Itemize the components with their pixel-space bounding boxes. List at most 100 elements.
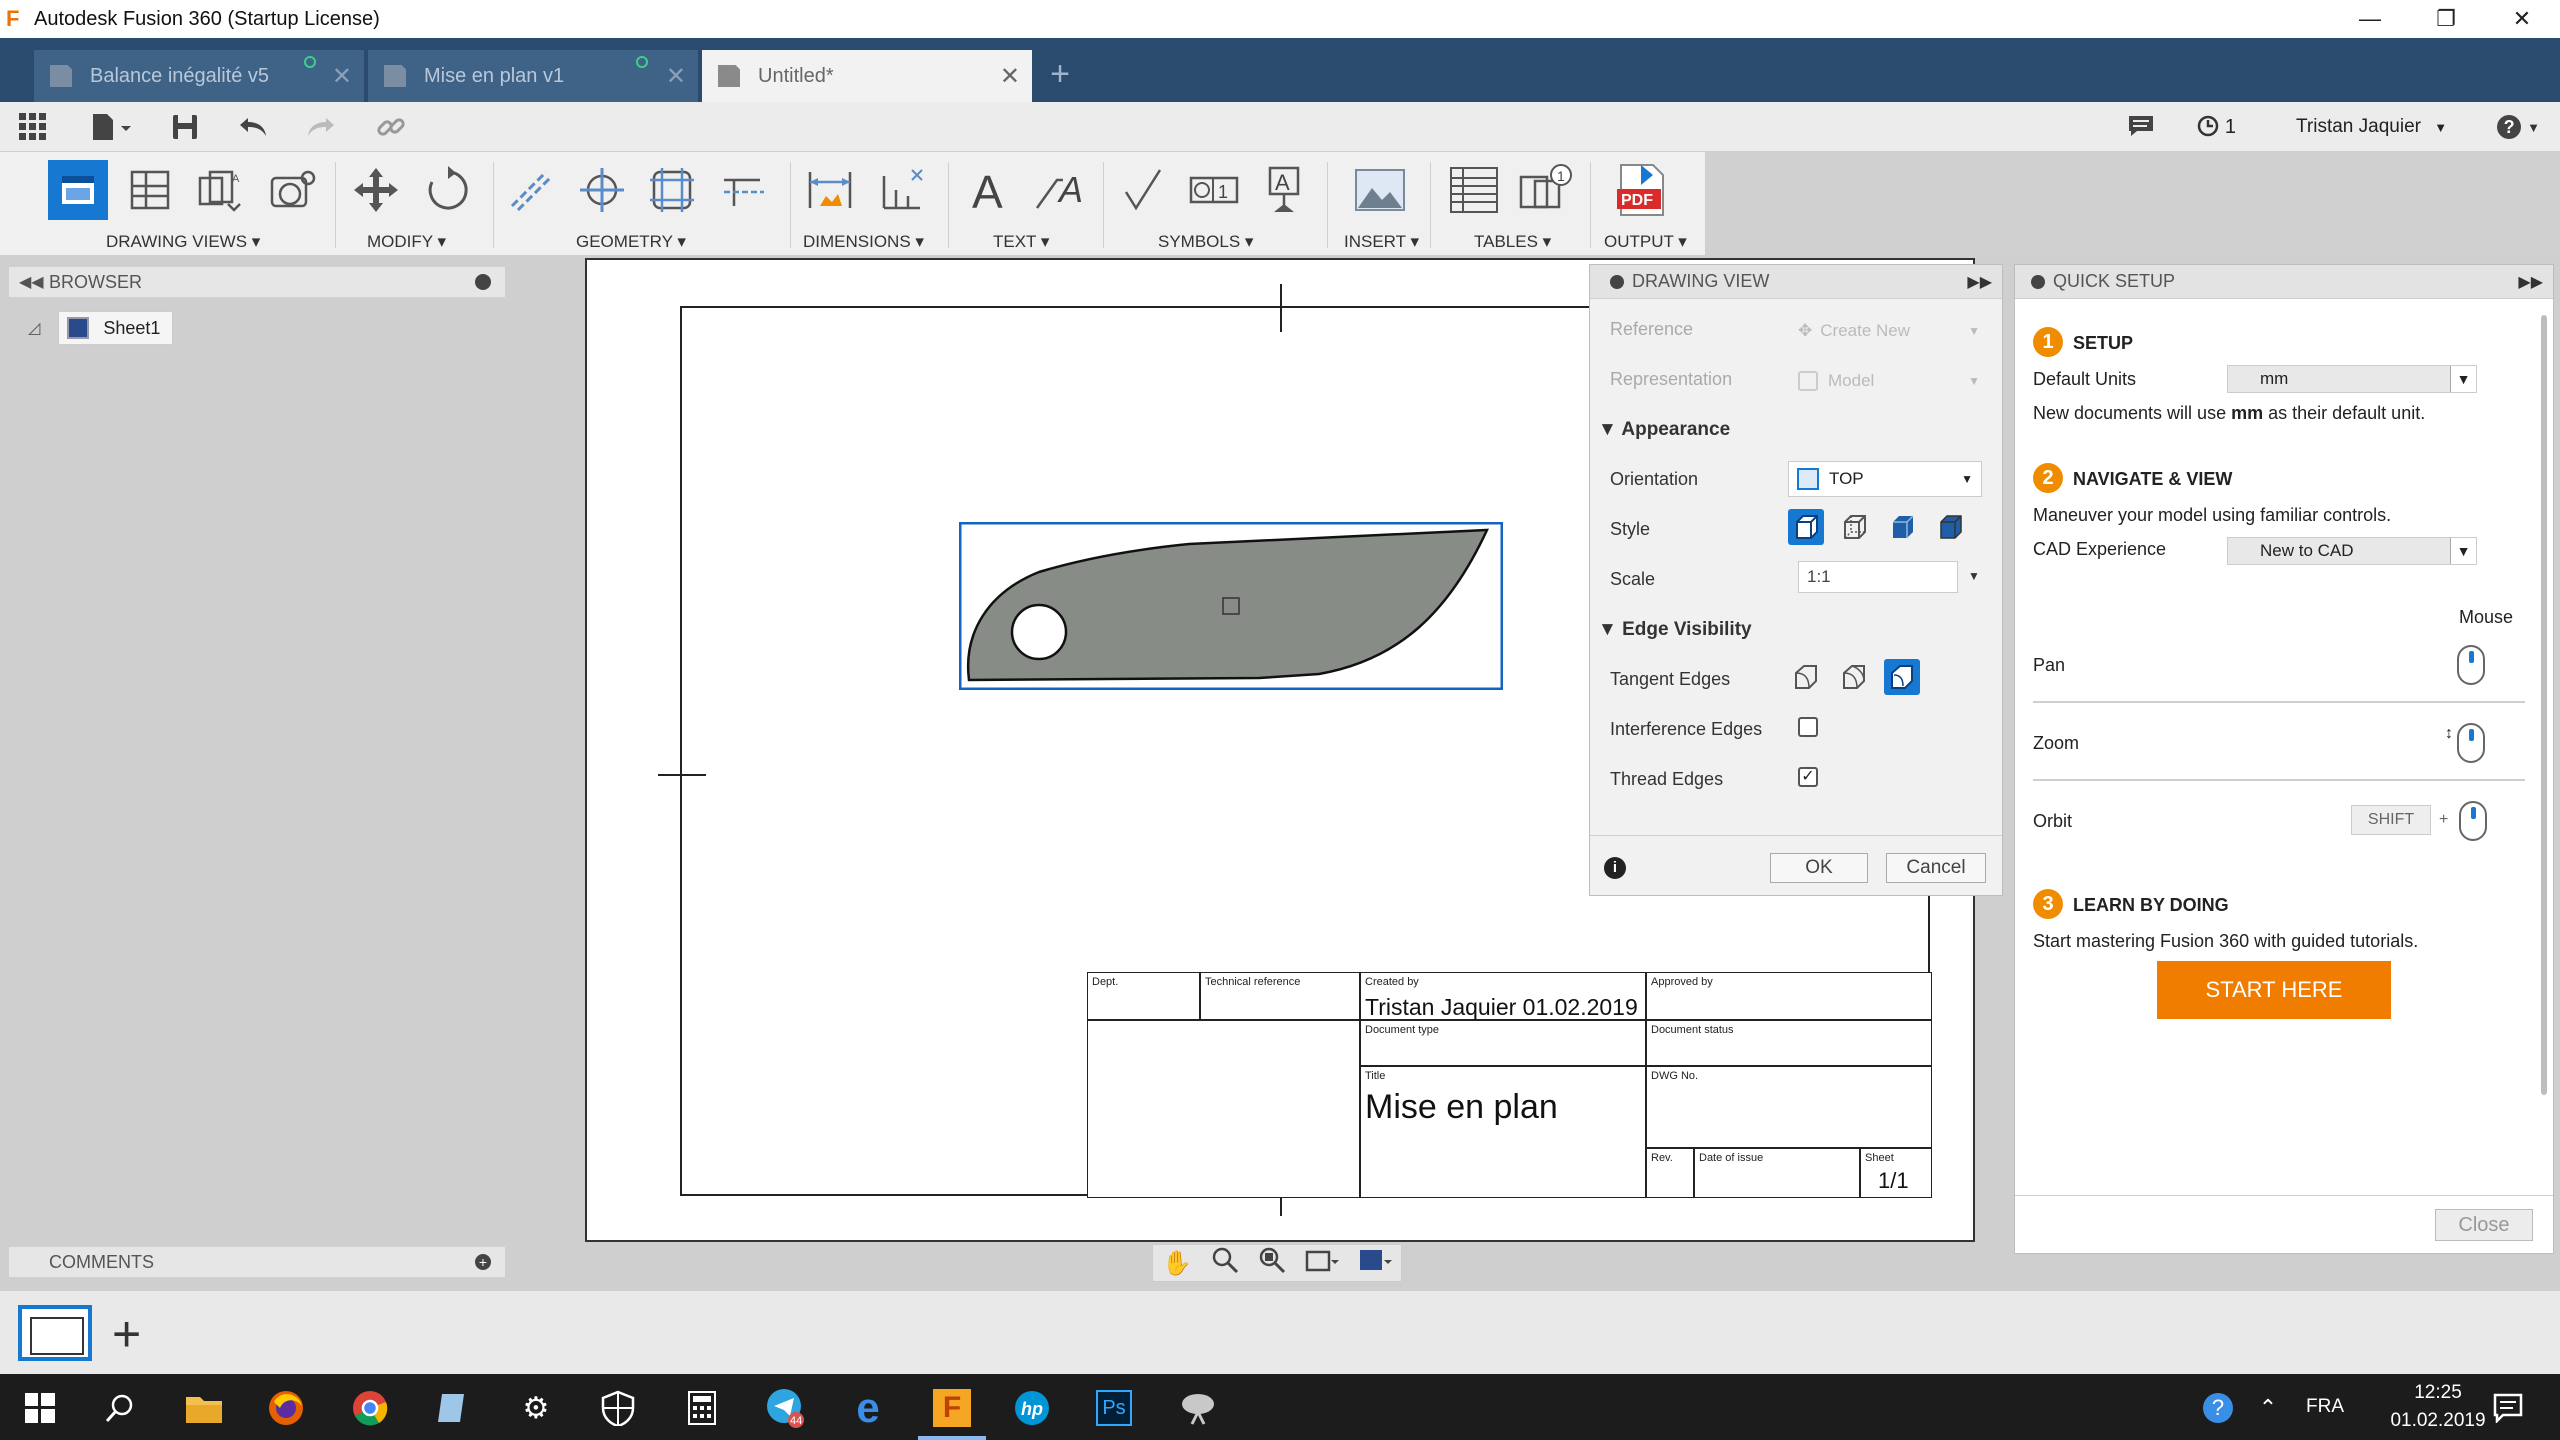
dimensions-menu[interactable]: DIMENSIONS ▾ — [803, 232, 924, 252]
info-icon[interactable]: i — [1604, 857, 1626, 879]
default-units-dropdown[interactable]: mm ▼ — [2227, 365, 2477, 393]
collapse-panel-icon[interactable] — [2031, 274, 2045, 289]
modify-menu[interactable]: MODIFY ▾ — [367, 232, 446, 252]
settings-gear-icon[interactable]: ⚙ — [516, 1388, 556, 1428]
browser-tree-sheet[interactable]: ◿ Sheet1 — [28, 310, 174, 346]
cloud-app-icon[interactable] — [1178, 1388, 1218, 1428]
job-status[interactable]: 1 — [2197, 115, 2236, 139]
dimension-button[interactable] — [800, 160, 860, 220]
notes-app-icon[interactable] — [432, 1388, 472, 1428]
firefox-icon[interactable] — [266, 1388, 306, 1428]
style-shaded-button[interactable] — [1884, 509, 1920, 545]
balloon-button[interactable]: 1 — [1516, 160, 1576, 220]
thread-edges-checkbox[interactable]: ✓ — [1798, 767, 1818, 787]
table-button[interactable] — [1444, 160, 1504, 220]
tab-close-button[interactable]: ✕ — [1000, 62, 1020, 91]
tangent-edges-shortened-button[interactable] — [1884, 659, 1920, 695]
style-hidden-edges-button[interactable] — [1836, 509, 1872, 545]
edge-browser-icon[interactable]: e — [848, 1384, 888, 1431]
add-comment-icon[interactable]: + — [475, 1254, 491, 1270]
reference-dropdown[interactable]: ✥ Create New ▼ — [1798, 317, 1988, 345]
data-panel-grid-icon[interactable] — [16, 110, 50, 144]
symbols-menu[interactable]: SYMBOLS ▾ — [1158, 232, 1253, 252]
chevron-up-icon[interactable]: ⌃ — [2248, 1388, 2288, 1428]
quick-setup-header[interactable]: QUICK SETUP ▶▶ — [2015, 265, 2553, 299]
drawing-views-menu[interactable]: DRAWING VIEWS ▾ — [106, 232, 260, 252]
move-button[interactable] — [346, 160, 406, 220]
undo-icon[interactable] — [236, 110, 270, 144]
fusion-360-taskbar-icon[interactable]: F — [918, 1388, 986, 1440]
projected-view-button[interactable] — [120, 160, 180, 220]
center-mark-pattern-button[interactable] — [642, 160, 702, 220]
clock-date[interactable]: 01.02.2019 — [2388, 1410, 2488, 1432]
chrome-icon[interactable] — [350, 1388, 390, 1428]
new-tab-button[interactable]: + — [1042, 56, 1078, 92]
output-pdf-button[interactable]: PDF — [1612, 160, 1672, 220]
expand-dialog-icon[interactable]: ▶▶ — [1967, 272, 1992, 292]
section-view-button[interactable]: A — [190, 160, 250, 220]
start-here-button[interactable]: START HERE — [2157, 961, 2391, 1019]
telegram-icon[interactable]: 44 — [766, 1388, 806, 1428]
surface-texture-button[interactable] — [1112, 160, 1172, 220]
cad-experience-dropdown[interactable]: New to CAD ▼ — [2227, 537, 2477, 565]
windows-start-icon[interactable] — [20, 1388, 60, 1428]
clock-time[interactable]: 12:25 — [2388, 1382, 2488, 1404]
sheet-node[interactable]: Sheet1 — [58, 311, 174, 345]
comments-icon[interactable] — [2127, 114, 2157, 140]
center-mark-button[interactable] — [572, 160, 632, 220]
minimize-button[interactable]: — — [2332, 0, 2408, 38]
tangent-edges-off-button[interactable] — [1788, 659, 1824, 695]
orientation-dropdown[interactable]: TOP ▼ — [1788, 461, 1982, 497]
collapse-panel-icon[interactable] — [475, 274, 491, 290]
text-button[interactable]: A — [958, 160, 1018, 220]
appearance-section-toggle[interactable]: ▼ Appearance — [1598, 419, 1730, 441]
expand-panel-icon[interactable]: ▶▶ — [2518, 272, 2543, 292]
detail-view-button[interactable] — [262, 160, 322, 220]
interference-edges-checkbox[interactable] — [1798, 717, 1818, 737]
restore-button[interactable]: ❐ — [2408, 0, 2484, 38]
style-visible-edges-button[interactable] — [1788, 509, 1824, 545]
help-menu[interactable]: ? ▼ — [2497, 115, 2540, 139]
style-shaded-hidden-button[interactable] — [1932, 509, 1968, 545]
file-explorer-icon[interactable] — [184, 1388, 224, 1428]
datum-identifier-button[interactable]: A — [1254, 160, 1314, 220]
leader-button[interactable]: A — [1030, 160, 1090, 220]
representation-dropdown[interactable]: Model ▼ — [1798, 367, 1988, 395]
insert-menu[interactable]: INSERT ▾ — [1344, 232, 1419, 252]
text-menu[interactable]: TEXT ▾ — [993, 232, 1049, 252]
output-menu[interactable]: OUTPUT ▾ — [1604, 232, 1687, 252]
base-view-button[interactable] — [48, 160, 108, 220]
scale-input[interactable]: 1:1 — [1798, 561, 1958, 593]
tab-untitled[interactable]: Untitled* ✕ — [702, 50, 1032, 102]
geometry-menu[interactable]: GEOMETRY ▾ — [576, 232, 686, 252]
collapse-left-icon[interactable]: ◀◀ — [19, 272, 44, 292]
tangent-edges-full-button[interactable] — [1836, 659, 1872, 695]
photoshop-icon[interactable]: Ps — [1094, 1388, 1134, 1428]
search-icon[interactable] — [100, 1388, 140, 1428]
ok-button[interactable]: OK — [1770, 853, 1868, 883]
cancel-button[interactable]: Cancel — [1886, 853, 1986, 883]
sheet-thumbnail-1[interactable] — [18, 1305, 92, 1361]
pan-hand-icon[interactable]: ✋ — [1162, 1249, 1192, 1278]
fit-icon[interactable] — [1258, 1246, 1286, 1281]
notifications-icon[interactable] — [2488, 1388, 2528, 1428]
tab-mise-en-plan[interactable]: Mise en plan v1 ✕ — [368, 50, 698, 102]
add-sheet-button[interactable]: + — [112, 1309, 141, 1359]
edge-visibility-section-toggle[interactable]: ▼ Edge Visibility — [1598, 619, 1752, 641]
tab-close-button[interactable]: ✕ — [666, 62, 686, 91]
file-menu-icon[interactable] — [86, 110, 136, 144]
drawing-view-header[interactable]: DRAWING VIEW ▶▶ — [1590, 265, 2002, 299]
comments-panel-header[interactable]: COMMENTS + — [8, 1246, 506, 1278]
scale-dropdown-arrow-icon[interactable]: ▼ — [1968, 569, 1980, 583]
part-drawing-view[interactable] — [959, 522, 1503, 690]
rotate-button[interactable] — [418, 160, 478, 220]
edge-extension-button[interactable] — [714, 160, 774, 220]
scrollbar[interactable] — [2541, 315, 2547, 1095]
ordinate-dimension-button[interactable] — [872, 160, 932, 220]
user-menu[interactable]: Tristan Jaquier ▼ — [2296, 116, 2447, 138]
browser-panel-header[interactable]: ◀◀ BROWSER — [8, 266, 506, 298]
tab-balance-inegalite[interactable]: Balance inégalité v5 ✕ — [34, 50, 364, 102]
tab-close-button[interactable]: ✕ — [332, 62, 352, 91]
close-window-button[interactable]: ✕ — [2484, 0, 2560, 38]
tables-menu[interactable]: TABLES ▾ — [1474, 232, 1551, 252]
